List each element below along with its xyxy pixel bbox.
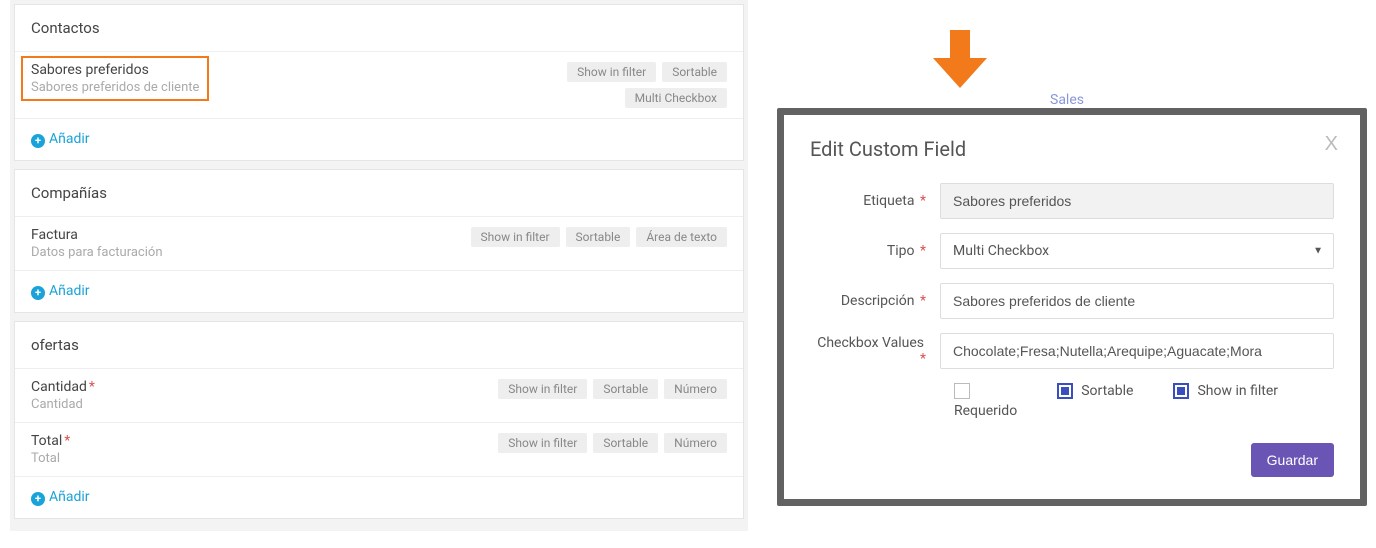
pill: Sortable (593, 379, 658, 399)
required-asterisk: * (916, 243, 926, 259)
check-show-in-filter: Show in filter (1173, 383, 1278, 399)
requerido-checkbox[interactable] (954, 383, 970, 399)
field-title-text: Cantidad (31, 379, 87, 395)
field-row[interactable]: Factura Datos para facturación Show in f… (15, 217, 743, 271)
form-row-tipo: Tipo * Multi Checkbox ▼ (810, 233, 1334, 269)
add-label: Añadir (49, 131, 90, 147)
tipo-select[interactable]: Multi Checkbox ▼ (940, 233, 1334, 269)
field-pills: Show in filter Sortable Número (498, 379, 727, 399)
pill: Show in filter (498, 379, 587, 399)
label-text: Checkbox Values (817, 335, 924, 351)
form-label: Checkbox Values * (810, 335, 940, 367)
pill: Multi Checkbox (625, 88, 727, 108)
chevron-down-icon: ▼ (1313, 246, 1323, 257)
modal-title: Edit Custom Field (810, 137, 1334, 161)
pill: Sortable (566, 227, 631, 247)
save-button[interactable]: Guardar (1251, 443, 1334, 477)
add-button[interactable]: + Añadir (15, 119, 743, 160)
section-ofertas: ofertas Cantidad* Cantidad Show in filte… (14, 321, 744, 519)
add-label: Añadir (49, 283, 90, 299)
field-pills: Show in filter Sortable Número (498, 433, 727, 453)
field-desc: Sabores preferidos de cliente (31, 80, 199, 95)
section-contactos: Contactos Sabores preferidos Sabores pre… (14, 4, 744, 161)
required-asterisk: * (916, 193, 926, 209)
check-label: Sortable (1081, 383, 1133, 399)
field-info: Factura Datos para facturación (31, 227, 163, 260)
pill: Show in filter (471, 227, 560, 247)
bg-nav-text: Sales (1050, 92, 1084, 108)
field-title: Total* (31, 433, 70, 449)
field-pills: Show in filter Sortable Multi Checkbox (467, 62, 727, 108)
field-info: Cantidad* Cantidad (31, 379, 95, 412)
required-asterisk: * (89, 379, 95, 395)
label-text: Tipo (887, 243, 915, 259)
field-title-text: Total (31, 433, 62, 449)
check-sortable: Sortable (1057, 383, 1133, 399)
select-value: Multi Checkbox (953, 243, 1049, 259)
required-asterisk: * (916, 293, 926, 309)
add-label: Añadir (49, 489, 90, 505)
edit-custom-field-modal: Edit Custom Field X Etiqueta * Tipo * Mu… (784, 115, 1360, 499)
section-header: ofertas (15, 322, 743, 369)
check-label: Requerido (954, 403, 1017, 419)
section-header: Compañías (15, 170, 743, 217)
label-text: Etiqueta (863, 193, 914, 209)
check-label: Show in filter (1197, 383, 1278, 399)
pill: Show in filter (567, 62, 656, 82)
pill: Número (664, 379, 727, 399)
field-desc: Datos para facturación (31, 245, 163, 260)
arrow-icon (925, 30, 995, 90)
check-requerido: Requerido (954, 383, 1017, 419)
label-text: Descripción (841, 293, 915, 309)
field-info: Total* Total (31, 433, 70, 466)
field-desc: Cantidad (31, 397, 95, 412)
plus-icon: + (31, 286, 45, 300)
plus-icon: + (31, 492, 45, 506)
pill: Área de texto (636, 227, 727, 247)
section-header: Contactos (15, 5, 743, 52)
form-row-descripcion: Descripción * (810, 283, 1334, 319)
custom-fields-list: Contactos Sabores preferidos Sabores pre… (10, 0, 748, 531)
modal-backdrop: Edit Custom Field X Etiqueta * Tipo * Mu… (777, 108, 1367, 506)
pill: Número (664, 433, 727, 453)
field-desc: Total (31, 451, 70, 466)
pill: Show in filter (498, 433, 587, 453)
field-title: Cantidad* (31, 379, 95, 395)
required-asterisk: * (64, 433, 70, 449)
field-title: Factura (31, 227, 163, 243)
pill: Sortable (662, 62, 727, 82)
field-title: Sabores preferidos (31, 62, 199, 78)
checkbox-values-field[interactable] (940, 333, 1334, 369)
required-asterisk: * (920, 351, 926, 367)
field-pills: Show in filter Sortable Área de texto (471, 227, 728, 247)
form-row-checkbox-values: Checkbox Values * (810, 333, 1334, 369)
pill: Sortable (593, 433, 658, 453)
plus-icon: + (31, 134, 45, 148)
sortable-checkbox[interactable] (1057, 383, 1073, 399)
field-row[interactable]: Sabores preferidos Sabores preferidos de… (15, 52, 743, 119)
add-button[interactable]: + Añadir (15, 271, 743, 312)
close-icon[interactable]: X (1325, 133, 1338, 156)
form-label: Etiqueta * (810, 193, 940, 209)
add-button[interactable]: + Añadir (15, 477, 743, 518)
form-label: Tipo * (810, 243, 940, 259)
descripcion-field[interactable] (940, 283, 1334, 319)
form-label: Descripción * (810, 293, 940, 309)
form-row-etiqueta: Etiqueta * (810, 183, 1334, 219)
show-in-filter-checkbox[interactable] (1173, 383, 1189, 399)
field-info: Sabores preferidos Sabores preferidos de… (23, 58, 207, 99)
field-row[interactable]: Cantidad* Cantidad Show in filter Sortab… (15, 369, 743, 423)
field-row[interactable]: Total* Total Show in filter Sortable Núm… (15, 423, 743, 477)
section-companias: Compañías Factura Datos para facturación… (14, 169, 744, 313)
checkbox-options-row: Requerido Sortable Show in filter (954, 383, 1334, 419)
etiqueta-field[interactable] (940, 183, 1334, 219)
modal-footer: Guardar (810, 443, 1334, 477)
